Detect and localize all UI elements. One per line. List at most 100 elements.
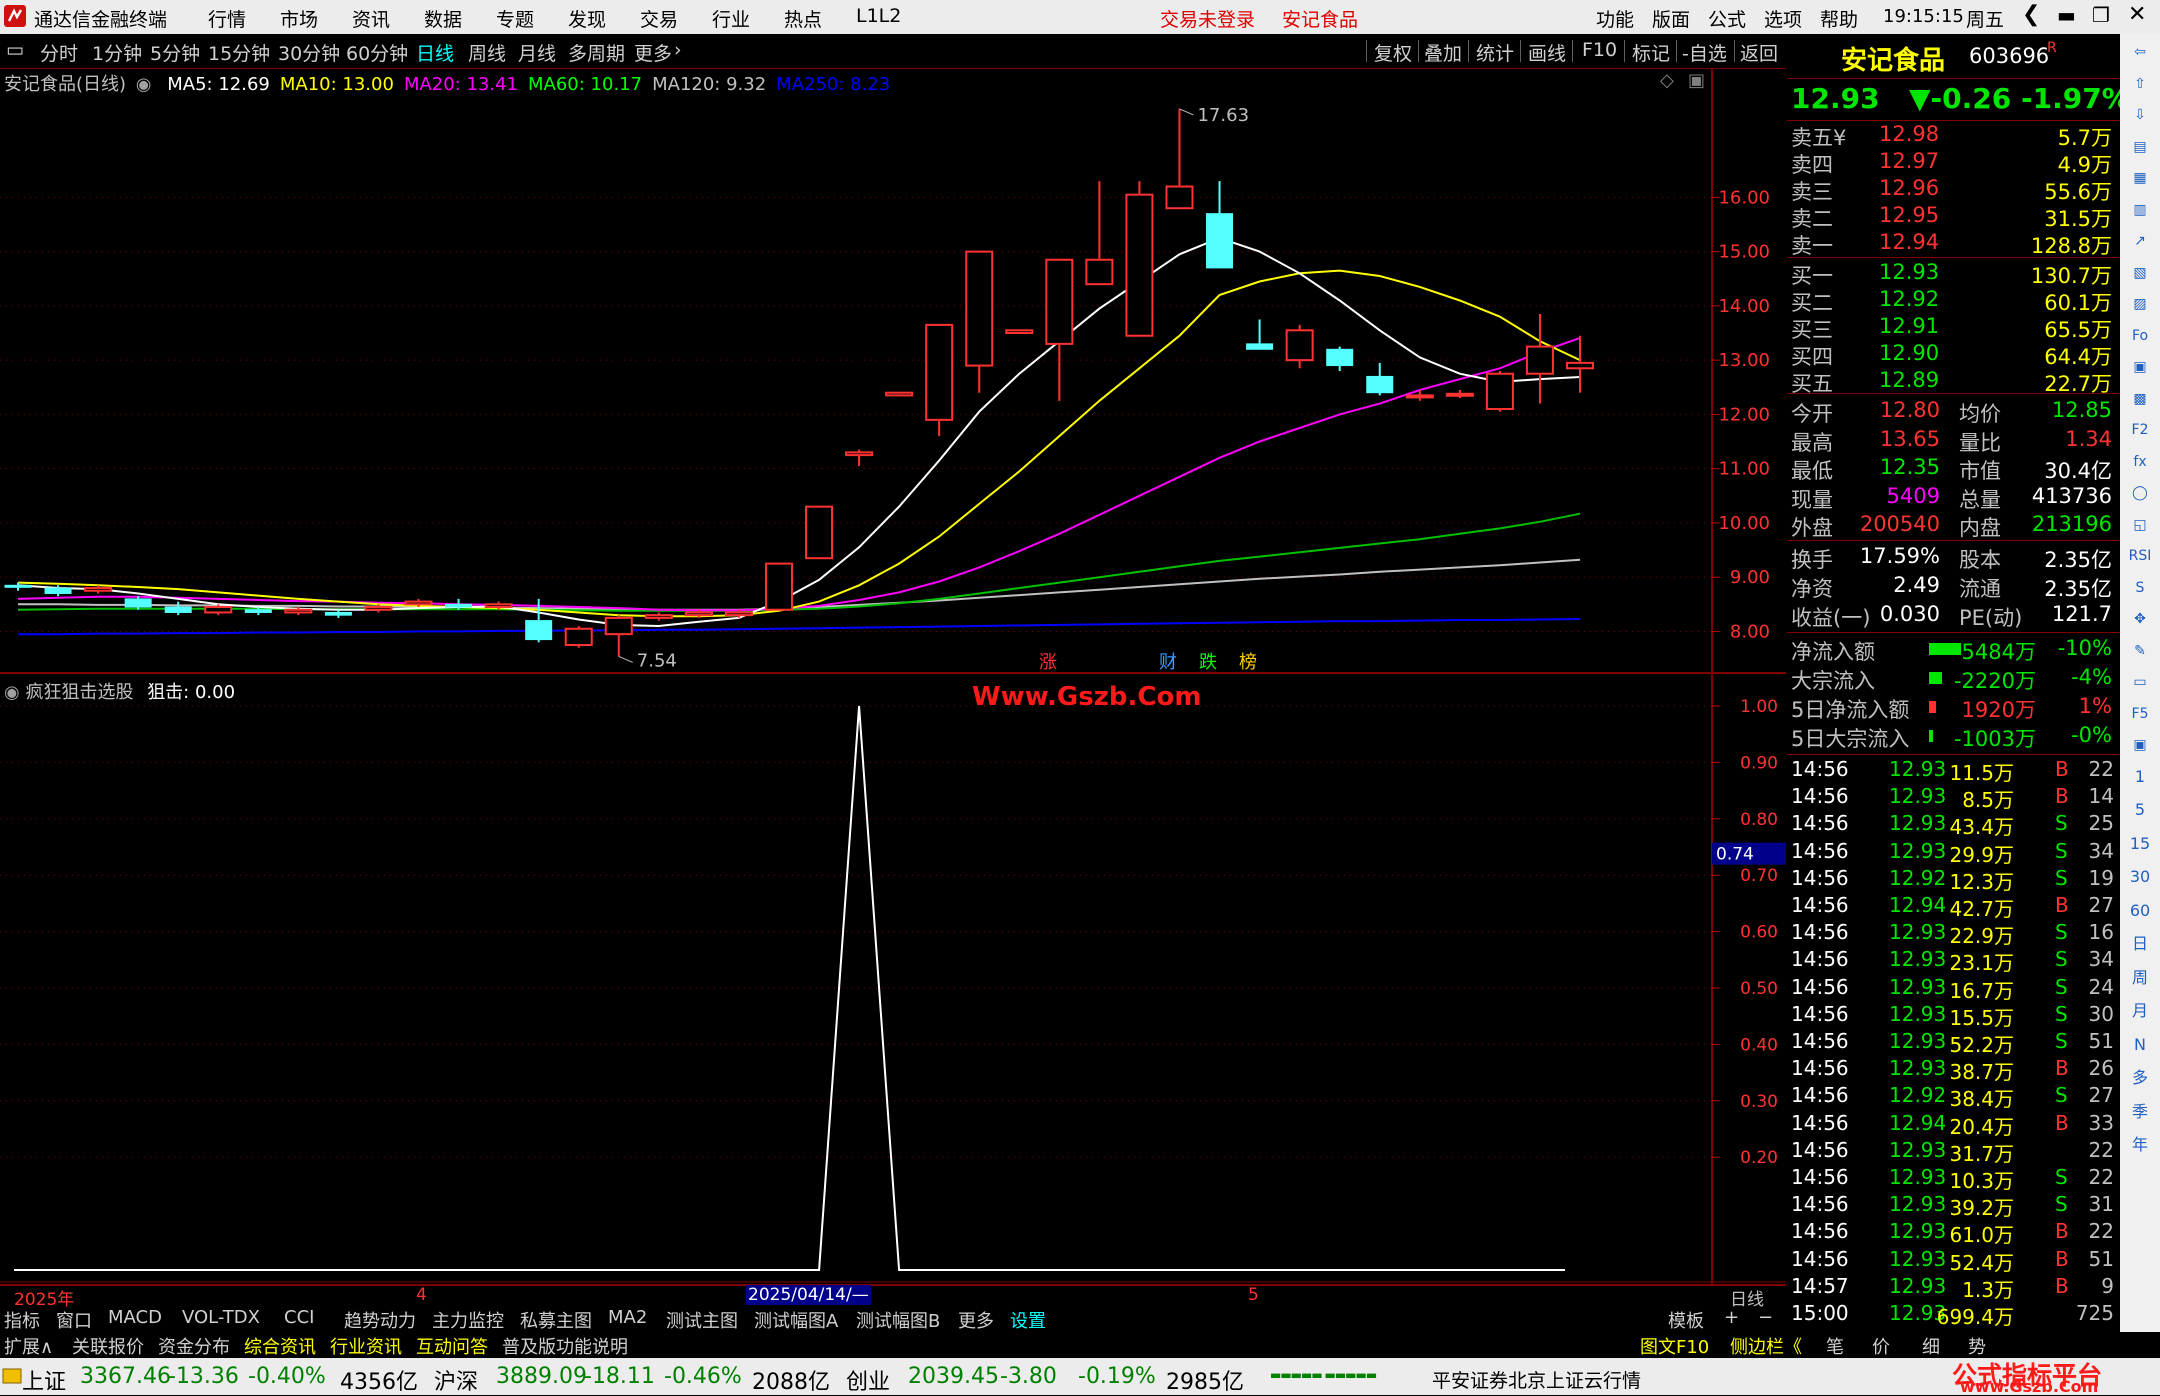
current-stock-tab[interactable]: 安记食品 bbox=[1282, 5, 1358, 32]
bottom-tab[interactable]: 设置 bbox=[1010, 1307, 1046, 1333]
side-tab[interactable]: 图文F10 bbox=[1640, 1333, 1709, 1359]
bottom-tab[interactable]: 测试幅图B bbox=[856, 1307, 940, 1333]
period-tab[interactable]: 分时 bbox=[40, 39, 78, 66]
period-tab[interactable]: 多周期 bbox=[568, 39, 625, 66]
bottom-tab[interactable]: 综合资讯 bbox=[244, 1333, 316, 1359]
bottom-tab[interactable]: 互动问答 bbox=[416, 1333, 488, 1359]
side-tool-icon[interactable]: 多 bbox=[2128, 1066, 2152, 1090]
menu-item[interactable]: 资讯 bbox=[352, 5, 390, 32]
bottom-tab[interactable]: 资金分布 bbox=[158, 1333, 230, 1359]
bottom-tab[interactable]: − bbox=[1758, 1307, 1773, 1328]
menu-item[interactable]: 功能 bbox=[1596, 5, 1634, 32]
side-tool-icon[interactable]: ◱ bbox=[2128, 513, 2152, 537]
menu-item[interactable]: 行情 bbox=[208, 5, 246, 32]
period-tab[interactable]: 更多 bbox=[634, 39, 672, 66]
side-tool-icon[interactable]: ↗ bbox=[2128, 229, 2152, 253]
side-tool-icon[interactable]: S bbox=[2128, 576, 2152, 600]
side-tab[interactable]: 细 bbox=[1922, 1333, 1940, 1359]
menu-item[interactable]: 发现 bbox=[568, 5, 606, 32]
side-tool-icon[interactable]: Fo bbox=[2128, 324, 2152, 348]
side-tool-icon[interactable]: F2 bbox=[2128, 418, 2152, 442]
menu-item[interactable]: 热点 bbox=[784, 5, 822, 32]
side-tool-icon[interactable]: RSI bbox=[2128, 544, 2152, 568]
side-tool-icon[interactable]: ✥ bbox=[2128, 607, 2152, 631]
side-tool-icon[interactable]: ▧ bbox=[2128, 261, 2152, 285]
bottom-tab[interactable]: CCI bbox=[284, 1307, 314, 1328]
period-tab[interactable]: 5分钟 bbox=[150, 39, 200, 66]
side-tool-icon[interactable]: 周 bbox=[2128, 966, 2152, 990]
bottom-tab[interactable]: 私募主图 bbox=[520, 1307, 592, 1333]
side-tool-icon[interactable]: ✎ bbox=[2128, 639, 2152, 663]
side-tool-icon[interactable]: 5 bbox=[2128, 798, 2152, 822]
bottom-tab[interactable]: 更多 bbox=[958, 1307, 994, 1333]
side-tool-icon[interactable]: ▭ bbox=[2128, 670, 2152, 694]
side-tool-icon[interactable]: 季 bbox=[2128, 1100, 2152, 1124]
bottom-tab[interactable]: 行业资讯 bbox=[330, 1333, 402, 1359]
menu-item[interactable]: 市场 bbox=[280, 5, 318, 32]
side-tool-icon[interactable]: ▣ bbox=[2128, 733, 2152, 757]
side-tool-icon[interactable]: F5 bbox=[2128, 702, 2152, 726]
period-tab-selected[interactable]: 日线 bbox=[416, 39, 454, 66]
period-tab[interactable]: 1分钟 bbox=[92, 39, 142, 66]
tool-button[interactable]: 标记 bbox=[1632, 39, 1670, 66]
side-tab[interactable]: 笔 bbox=[1826, 1333, 1844, 1359]
side-tool-icon[interactable]: ▥ bbox=[2128, 198, 2152, 222]
side-tool-icon[interactable]: 1 bbox=[2128, 765, 2152, 789]
status-menu-icon[interactable] bbox=[2, 1366, 22, 1391]
side-tool-icon[interactable]: ▨ bbox=[2128, 292, 2152, 316]
bottom-tab[interactable]: 测试主图 bbox=[666, 1307, 738, 1333]
side-tool-icon[interactable]: ▤ bbox=[2128, 135, 2152, 159]
side-tool-icon[interactable]: fx bbox=[2128, 450, 2152, 474]
side-tab[interactable]: 侧边栏《 bbox=[1730, 1333, 1802, 1359]
menu-item[interactable]: 选项 bbox=[1764, 5, 1802, 32]
close-icon[interactable]: ✕ bbox=[2128, 2, 2146, 27]
side-tool-icon[interactable]: 月 bbox=[2128, 999, 2152, 1023]
side-tool-icon[interactable]: ⇩ bbox=[2128, 103, 2152, 127]
menu-item[interactable]: 公式 bbox=[1708, 5, 1746, 32]
tool-button[interactable]: -自选 bbox=[1682, 39, 1727, 66]
bottom-tab[interactable]: 指标 bbox=[4, 1307, 40, 1333]
tool-button[interactable]: 复权 bbox=[1374, 39, 1412, 66]
menu-item[interactable]: 帮助 bbox=[1820, 5, 1858, 32]
tool-button[interactable]: 统计 bbox=[1476, 39, 1514, 66]
side-tool-icon[interactable]: ▣ bbox=[2128, 355, 2152, 379]
minimize-icon[interactable]: ▬ bbox=[2057, 3, 2076, 27]
bottom-tab[interactable]: 主力监控 bbox=[432, 1307, 504, 1333]
candlestick-chart[interactable]: 16.00 15.00 14.00 13.00 12.00 11.00 10.00 9.00 8… bbox=[0, 68, 1786, 674]
period-tab[interactable]: 15分钟 bbox=[208, 39, 270, 66]
login-status[interactable]: 交易未登录 bbox=[1160, 5, 1255, 32]
bottom-tab[interactable]: 模板 bbox=[1668, 1307, 1704, 1333]
bottom-tab[interactable]: 扩展∧ bbox=[4, 1333, 53, 1359]
menu-item[interactable]: 专题 bbox=[496, 5, 534, 32]
side-tool-icon[interactable]: 60 bbox=[2128, 899, 2152, 923]
side-tool-icon[interactable]: ▦ bbox=[2128, 166, 2152, 190]
index-name[interactable]: 沪深 bbox=[434, 1364, 478, 1396]
bottom-tab[interactable]: 测试幅图A bbox=[754, 1307, 838, 1333]
side-tool-icon[interactable]: N bbox=[2128, 1033, 2152, 1057]
bottom-tab[interactable]: + bbox=[1724, 1307, 1739, 1328]
menu-item[interactable]: 数据 bbox=[424, 5, 462, 32]
menu-item[interactable]: L1L2 bbox=[856, 5, 901, 27]
period-tab[interactable]: 60分钟 bbox=[346, 39, 408, 66]
index-name[interactable]: 创业 bbox=[846, 1364, 890, 1396]
side-tool-icon[interactable]: ◯ bbox=[2128, 481, 2152, 505]
side-tool-icon[interactable]: ⇧ bbox=[2128, 72, 2152, 96]
bottom-tab[interactable]: VOL-TDX bbox=[182, 1307, 260, 1328]
period-tab[interactable]: 30分钟 bbox=[278, 39, 340, 66]
side-tool-icon[interactable]: 30 bbox=[2128, 865, 2152, 889]
tool-button[interactable]: 返回 bbox=[1740, 39, 1778, 66]
bottom-tab[interactable]: MA2 bbox=[608, 1307, 647, 1328]
period-tab[interactable]: 月线 bbox=[518, 39, 556, 66]
side-tool-icon[interactable]: ⇦ bbox=[2128, 40, 2152, 64]
back-arrow-icon[interactable]: ❮ bbox=[2022, 2, 2040, 27]
tool-button[interactable]: 叠加 bbox=[1424, 39, 1462, 66]
menu-item[interactable]: 版面 bbox=[1652, 5, 1690, 32]
side-tab[interactable]: 价 bbox=[1872, 1333, 1890, 1359]
tool-button[interactable]: 画线 bbox=[1528, 39, 1566, 66]
period-tab[interactable]: 周线 bbox=[468, 39, 506, 66]
chart-icon[interactable]: ▭ bbox=[6, 39, 24, 61]
menu-item[interactable]: 行业 bbox=[712, 5, 750, 32]
bottom-tab[interactable]: 窗口 bbox=[56, 1307, 92, 1333]
indicator-chart-panel[interactable]: ◉ 疯狂狙击选股 狙击: 0.00 Www.Gszb.Com 1.00 0.90 0… bbox=[0, 674, 1786, 1286]
side-tool-icon[interactable]: 日 bbox=[2128, 932, 2152, 956]
